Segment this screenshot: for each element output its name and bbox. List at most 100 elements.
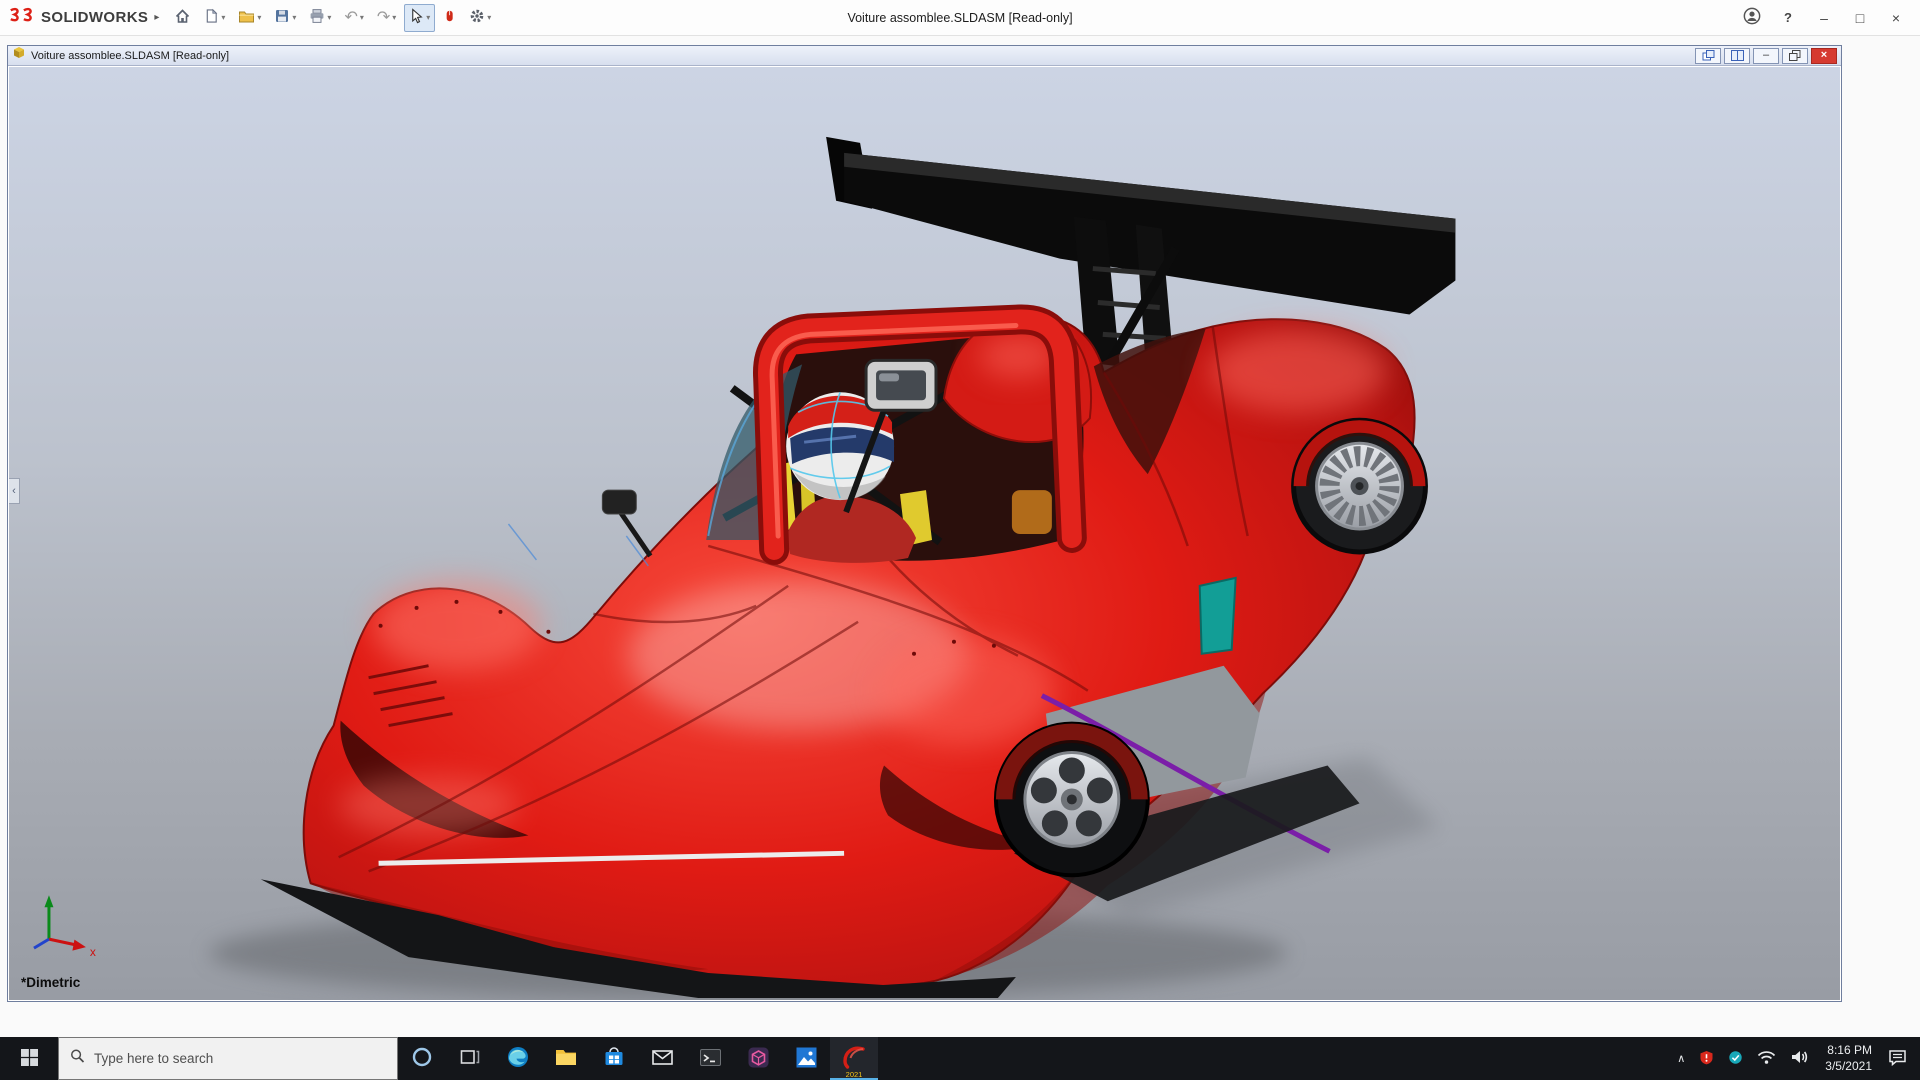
quick-access-toolbar: ▾ ▾ ▾ ▾ ↶ ▾ ↷ ▾ [169, 4, 496, 32]
undo-button[interactable]: ↶ ▾ [339, 4, 368, 32]
cortana-icon [411, 1046, 433, 1071]
side-mirror[interactable] [602, 490, 650, 556]
home-icon [174, 8, 191, 27]
dropdown-arrow-icon[interactable]: ▾ [257, 13, 261, 22]
tray-date: 3/5/2021 [1825, 1059, 1872, 1073]
store-icon [603, 1046, 625, 1071]
app-titlebar: SOLIDWORKS ▸ ▾ ▾ ▾ ▾ ↶ [0, 0, 1920, 36]
app-window-title: Voiture assomblee.SLDASM [Read-only] [847, 11, 1072, 25]
doc-restore-button[interactable] [1782, 48, 1808, 64]
brand-text: SOLIDWORKS [41, 9, 148, 26]
left-rear-wheel[interactable] [996, 724, 1148, 876]
document-titlebar[interactable]: Voiture assomblee.SLDASM [Read-only] – × [8, 46, 1841, 66]
axis-x-label: x [90, 945, 96, 959]
cortana-button[interactable] [398, 1037, 446, 1080]
maximize-button[interactable]: □ [1844, 4, 1876, 32]
solidworks-version-badge: 2021 [830, 1070, 878, 1079]
doc-close-button[interactable]: × [1811, 48, 1837, 64]
view-orientation-label: *Dimetric [21, 975, 80, 990]
desktop: SOLIDWORKS ▸ ▾ ▾ ▾ ▾ ↶ [0, 0, 1920, 1080]
save-floppy-icon [274, 8, 290, 27]
volume-tray-button[interactable] [1783, 1037, 1816, 1080]
dropdown-arrow-icon[interactable]: ▾ [221, 13, 225, 22]
assembly-document-icon [12, 46, 26, 65]
close-button[interactable]: × [1880, 4, 1912, 32]
edge-icon [506, 1045, 530, 1072]
graphics-area[interactable]: x *Dimetric ‹ [9, 67, 1840, 1000]
select-tool-button[interactable]: ▾ [404, 4, 435, 32]
taskbar: 2021 ∧ 8:16 PM 3/5/2021 [0, 1037, 1920, 1080]
security-tray-button[interactable] [1692, 1037, 1721, 1080]
options-gear-icon [469, 8, 485, 27]
dropdown-arrow-icon[interactable]: ▾ [360, 13, 364, 22]
document-window: Voiture assomblee.SLDASM [Read-only] – × [7, 45, 1842, 1002]
save-button[interactable]: ▾ [269, 4, 301, 32]
sync-check-icon [1728, 1050, 1743, 1068]
mail-icon [651, 1046, 674, 1072]
3d-app-icon [747, 1046, 770, 1072]
mouse-gestures-button[interactable] [438, 4, 461, 32]
window-controls: ? – □ × [1736, 4, 1912, 32]
dropdown-arrow-icon[interactable]: ▾ [292, 13, 296, 22]
photos-icon [795, 1046, 818, 1072]
action-center-icon [1888, 1048, 1907, 1069]
sync-tray-button[interactable] [1721, 1037, 1750, 1080]
feature-tree-collapse-tab[interactable]: ‹ [9, 478, 20, 504]
dropdown-arrow-icon[interactable]: ▾ [426, 13, 430, 22]
options-button[interactable]: ▾ [464, 4, 496, 32]
network-tray-button[interactable] [1750, 1037, 1783, 1080]
redo-icon: ↷ [377, 10, 390, 26]
account-icon [1743, 7, 1761, 28]
task-view-icon [460, 1047, 480, 1070]
tray-time: 8:16 PM [1827, 1043, 1872, 1057]
file-explorer-icon [554, 1045, 578, 1072]
search-input[interactable] [94, 1051, 386, 1066]
open-folder-icon [238, 8, 255, 27]
doc-tile-button[interactable] [1724, 48, 1750, 64]
dropdown-arrow-icon[interactable]: ▾ [487, 13, 491, 22]
rear-right-wheel[interactable] [1294, 420, 1426, 552]
edge-button[interactable] [494, 1037, 542, 1080]
action-center-button[interactable] [1881, 1037, 1914, 1080]
document-window-controls: – × [1695, 48, 1837, 64]
printer-icon [309, 8, 325, 27]
redo-button[interactable]: ↷ ▾ [372, 4, 401, 32]
taskbar-search[interactable] [58, 1037, 398, 1080]
home-button[interactable] [169, 4, 196, 32]
start-button[interactable] [0, 1037, 58, 1080]
account-button[interactable] [1736, 4, 1768, 32]
mail-button[interactable] [638, 1037, 686, 1080]
side-glass[interactable] [1200, 578, 1236, 654]
help-button[interactable]: ? [1772, 4, 1804, 32]
headrest-pad [1012, 490, 1052, 534]
dropdown-arrow-icon[interactable]: ▾ [327, 13, 331, 22]
system-tray: ∧ 8:16 PM 3/5/2021 [1670, 1037, 1920, 1080]
expand-menu-arrow[interactable]: ▸ [154, 12, 159, 23]
print-button[interactable]: ▾ [304, 4, 336, 32]
solidworks-logo: SOLIDWORKS [8, 7, 148, 28]
doc-cascade-button[interactable] [1695, 48, 1721, 64]
3d-app-button[interactable] [734, 1037, 782, 1080]
new-document-button[interactable]: ▾ [199, 4, 230, 32]
tray-overflow-button[interactable]: ∧ [1670, 1037, 1692, 1080]
security-shield-icon [1699, 1050, 1714, 1068]
windows-start-icon [21, 1049, 38, 1069]
terminal-button[interactable] [686, 1037, 734, 1080]
open-button[interactable]: ▾ [233, 4, 266, 32]
search-icon [70, 1048, 85, 1069]
store-button[interactable] [590, 1037, 638, 1080]
speaker-icon [1790, 1049, 1809, 1068]
race-car-model[interactable]: x [9, 67, 1840, 1000]
task-view-button[interactable] [446, 1037, 494, 1080]
photos-button[interactable] [782, 1037, 830, 1080]
solidworks-app-icon [841, 1044, 867, 1073]
minimize-button[interactable]: – [1808, 4, 1840, 32]
file-explorer-button[interactable] [542, 1037, 590, 1080]
solidworks-taskbar-button[interactable]: 2021 [830, 1037, 878, 1080]
mouse-gestures-icon [443, 8, 456, 27]
doc-minimize-button[interactable]: – [1753, 48, 1779, 64]
orientation-triad[interactable]: x [34, 895, 96, 959]
dropdown-arrow-icon[interactable]: ▾ [392, 13, 396, 22]
clock[interactable]: 8:16 PM 3/5/2021 [1816, 1037, 1881, 1080]
dassault-systemes-logo-icon [8, 7, 36, 28]
